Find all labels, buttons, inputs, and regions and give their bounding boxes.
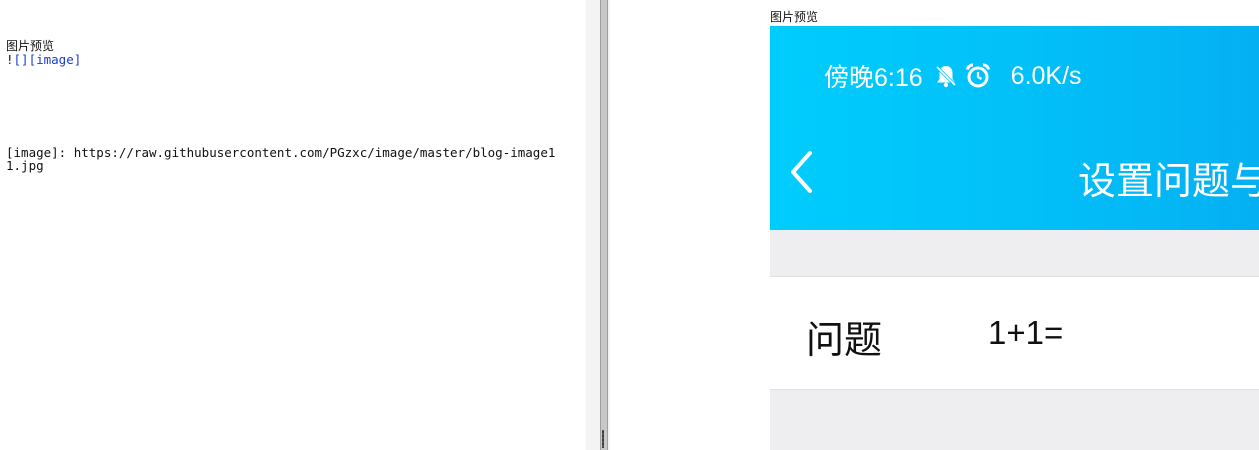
question-label: 问题 bbox=[806, 320, 883, 362]
status-bar: 傍晚6:16 6.0K/s bbox=[824, 60, 1082, 93]
pane-splitter[interactable] bbox=[586, 0, 610, 450]
chevron-left-icon[interactable] bbox=[788, 150, 814, 194]
editor-heading-line: 图片预览 bbox=[6, 39, 55, 53]
splitter-grip-icon bbox=[602, 430, 604, 448]
alarm-clock-icon bbox=[965, 63, 991, 89]
markdown-editor[interactable]: 图片预览 ![][image] [image]: https://raw.git… bbox=[0, 0, 586, 450]
image-tag-link[interactable]: [][image] bbox=[14, 52, 82, 67]
question-value[interactable]: 1+1= bbox=[988, 314, 1063, 352]
preview-heading: 图片预览 bbox=[770, 10, 819, 24]
bell-off-icon bbox=[933, 63, 959, 89]
editor-blank-lines bbox=[6, 66, 586, 146]
preview-image: 傍晚6:16 6.0K/s 设置问题与 问题 1+1= bbox=[770, 26, 1259, 450]
page-title: 设置问题与 bbox=[1078, 161, 1259, 203]
app-header: 傍晚6:16 6.0K/s 设置问题与 bbox=[770, 26, 1259, 230]
question-row[interactable]: 问题 1+1= bbox=[770, 276, 1259, 390]
network-speed: 6.0K/s bbox=[1010, 61, 1082, 90]
editor-reference-line: [image]: https://raw.githubusercontent.c… bbox=[6, 145, 556, 173]
image-tag-prefix: ! bbox=[6, 52, 14, 67]
editor-image-tag-line: ![][image] bbox=[6, 53, 566, 66]
splitter-handle[interactable] bbox=[600, 0, 608, 450]
status-time: 傍晚6:16 bbox=[824, 64, 923, 92]
